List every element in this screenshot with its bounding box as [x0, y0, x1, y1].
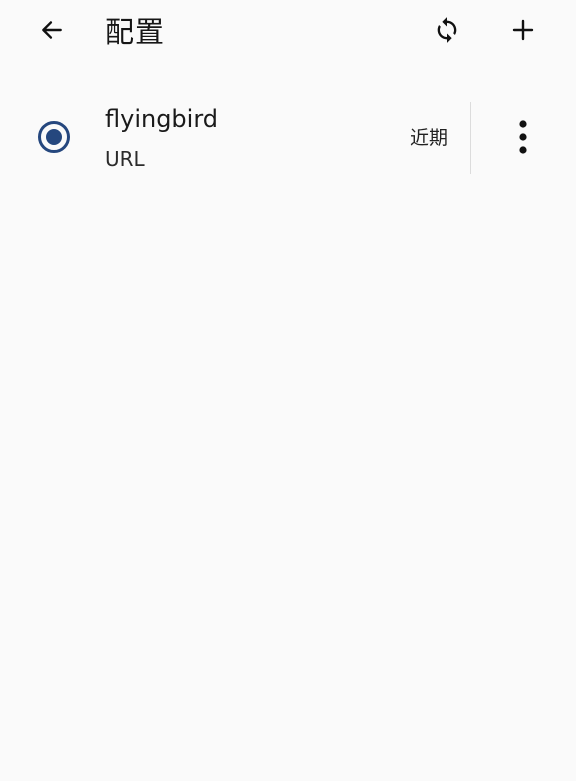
plus-icon — [512, 19, 534, 41]
back-button[interactable] — [28, 6, 76, 54]
profile-list: flyingbird URL 近期 — [0, 96, 576, 180]
profile-radio[interactable] — [38, 121, 70, 153]
app-screen: 配置 flyingbird URL 近期 — [0, 0, 576, 781]
arrow-left-icon — [42, 21, 62, 39]
sync-icon — [437, 17, 457, 43]
profile-updated-time: 近期 — [410, 127, 449, 149]
profile-name: flyingbird — [105, 105, 219, 133]
page-title: 配置 — [105, 15, 166, 49]
add-profile-button[interactable] — [499, 6, 547, 54]
profile-more-button[interactable] — [499, 113, 547, 161]
row-divider — [470, 102, 471, 174]
profile-row[interactable]: flyingbird URL 近期 — [0, 96, 576, 180]
profile-type: URL — [105, 147, 145, 171]
refresh-button[interactable] — [423, 6, 471, 54]
radio-selected-dot — [46, 129, 62, 145]
more-vertical-icon — [519, 120, 527, 154]
top-app-bar: 配置 — [0, 0, 576, 64]
